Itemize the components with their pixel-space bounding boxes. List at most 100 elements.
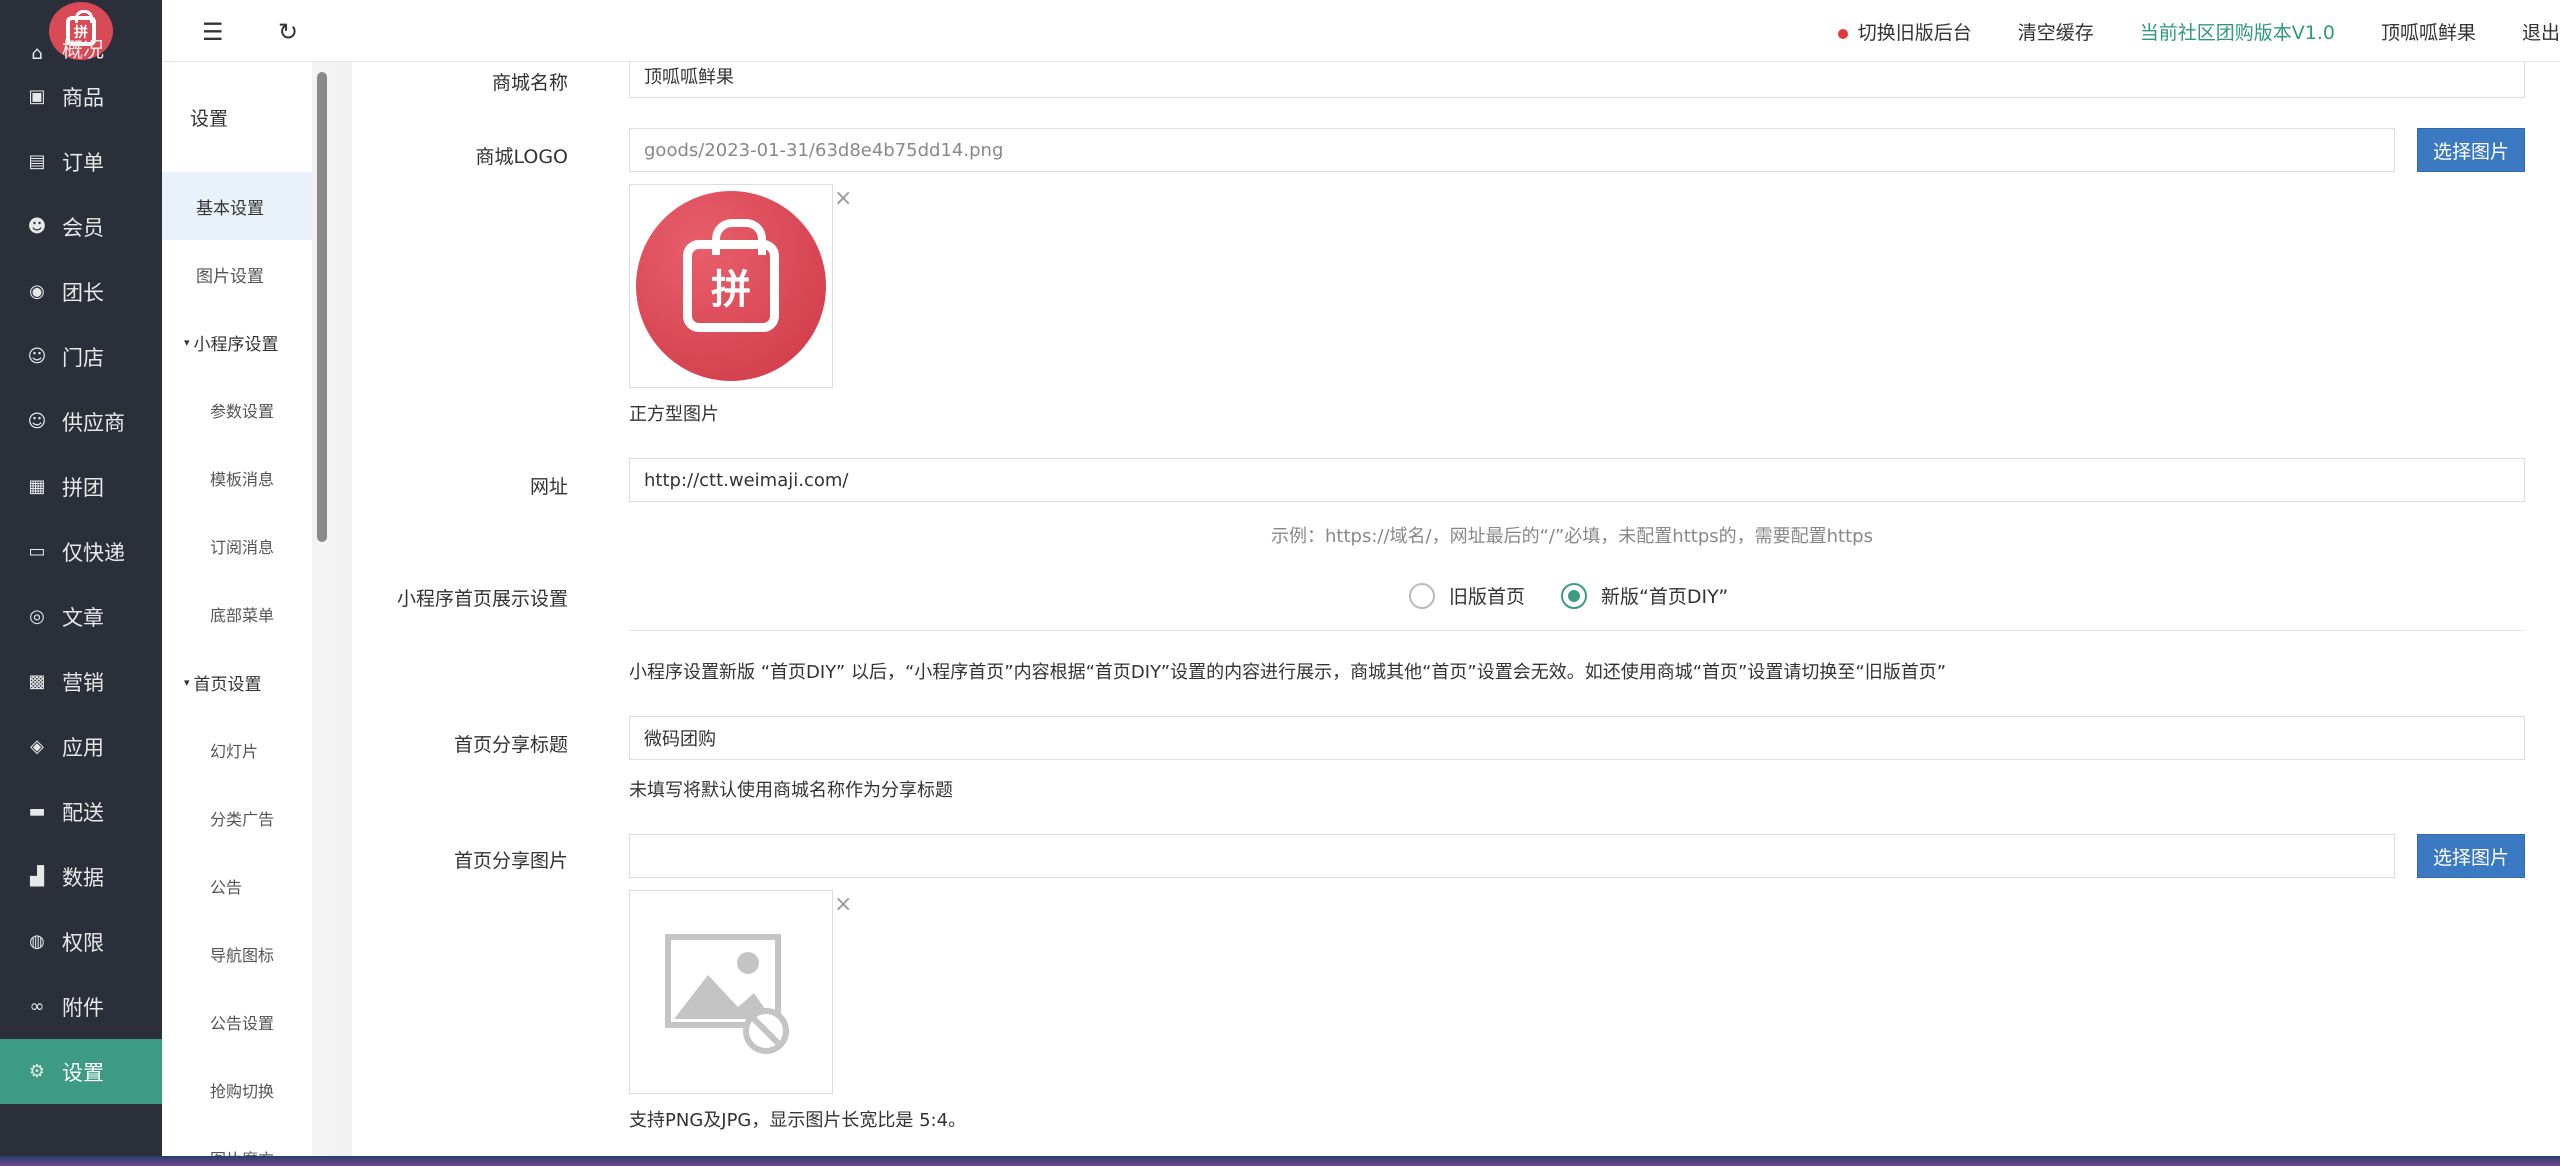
submenu-param-settings[interactable]: 参数设置 xyxy=(162,376,312,444)
submenu-notice-settings[interactable]: 公告设置 xyxy=(162,988,312,1056)
submenu-template-messages[interactable]: 模板消息 xyxy=(162,444,312,512)
collapse-menu-icon[interactable]: ☰ xyxy=(202,18,224,46)
submenu-group-label: 首页设置 xyxy=(193,674,262,695)
nav-item-apps[interactable]: ◈ 应用 xyxy=(0,714,162,779)
submenu-bottom-menu[interactable]: 底部菜单 xyxy=(162,580,312,648)
document-icon: ▤ xyxy=(28,151,46,172)
logo-remove-icon[interactable]: × xyxy=(834,186,852,211)
nav-item-members[interactable]: ☻ 会员 xyxy=(0,194,162,259)
group-buy-icon: ▦ xyxy=(28,476,46,497)
nav-item-overview[interactable]: ⌂ 概况 xyxy=(0,34,162,64)
share-image-preview xyxy=(629,890,833,1094)
submenu-home-settings[interactable]: ▾ 首页设置 xyxy=(162,648,312,716)
url-hint: 示例：https://域名/，网址最后的“/”必填，未配置https的，需要配置… xyxy=(1271,526,1873,547)
crown-icon: ◉ xyxy=(29,281,45,302)
nav-item-goods[interactable]: ▣ 商品 xyxy=(0,64,162,129)
submenu-slides[interactable]: 幻灯片 xyxy=(162,716,312,784)
nav-item-permissions[interactable]: ◍ 权限 xyxy=(0,909,162,974)
scrollbar-thumb[interactable] xyxy=(317,72,327,542)
caret-down-icon: ▾ xyxy=(184,675,190,689)
shopping-bag-logo-icon: 拼 xyxy=(683,219,779,332)
truck-icon: ▬ xyxy=(28,801,46,822)
nav-item-stores[interactable]: ☺ 门店 xyxy=(0,324,162,389)
nav-label: 权限 xyxy=(62,930,104,955)
nav-item-suppliers[interactable]: ☺ 供应商 xyxy=(0,389,162,454)
shopping-bag-icon: ▣ xyxy=(28,86,46,107)
gift-icon: ▩ xyxy=(28,671,46,692)
nav-label: 拼团 xyxy=(62,475,104,500)
share-title-input[interactable]: 微码团购 xyxy=(629,716,2525,760)
nav-label: 设置 xyxy=(62,1060,104,1085)
nav-item-orders[interactable]: ▤ 订单 xyxy=(0,129,162,194)
nav-item-group-buy[interactable]: ▦ 拼团 xyxy=(0,454,162,519)
submenu-title: 设置 xyxy=(190,107,229,130)
nav-label: 商品 xyxy=(62,85,104,110)
shop-name-field-label: 商城名称 xyxy=(491,72,568,94)
nav-label: 概况 xyxy=(62,38,104,62)
home-icon: ⌂ xyxy=(31,42,43,64)
submenu-group-label: 小程序设置 xyxy=(193,334,279,355)
submenu-image-cube[interactable]: 图片魔方 xyxy=(162,1124,312,1156)
top-bar-actions: 切换旧版后台 清空缓存 当前社区团购版本V1.0 顶呱呱鲜果 退出 xyxy=(1837,0,2560,62)
shop-name-label[interactable]: 顶呱呱鲜果 xyxy=(2381,18,2476,45)
nav-item-settings[interactable]: ⚙ 设置 xyxy=(0,1039,162,1104)
share-image-remove-icon[interactable]: × xyxy=(834,892,852,917)
nav-item-data[interactable]: ▟ 数据 xyxy=(0,844,162,909)
main-nav-list: ⌂ 概况 ▣ 商品 ▤ 订单 ☻ 会员 ◉ 团长 ☺ 门店 ☺ 供应商 ▦ 拼团 ▭ 仅快递 ◎ 文… xyxy=(0,38,162,1104)
radio-old-home[interactable] xyxy=(1409,582,1435,609)
link-icon: ∞ xyxy=(29,996,45,1017)
nav-item-attachments[interactable]: ∞ 附件 xyxy=(0,974,162,1039)
main-sidebar: 拼 ⌂ 概况 ▣ 商品 ▤ 订单 ☻ 会员 ◉ 团长 ☺ 门店 ☺ 供应商 ▦ 拼团 ▭ 仅快递 … xyxy=(0,0,162,1156)
nav-item-delivery[interactable]: ▬ 配送 xyxy=(0,779,162,844)
shop-name-input[interactable]: 顶呱呱鲜果 xyxy=(629,62,2525,98)
logo-pick-image-button[interactable]: 选择图片 xyxy=(2417,128,2525,172)
submenu-subscribe-messages[interactable]: 订阅消息 xyxy=(162,512,312,580)
nav-label: 会员 xyxy=(62,215,104,240)
logo-hint: 正方型图片 xyxy=(629,404,719,425)
submenu-scrollbar[interactable] xyxy=(312,62,332,1156)
submenu-nav-icons[interactable]: 导航图标 xyxy=(162,920,312,988)
switch-old-backend-link[interactable]: 切换旧版后台 xyxy=(1837,18,1972,45)
settings-submenu: 设置 基本设置 图片设置 ▾ 小程序设置 参数设置 模板消息 订阅消息 底部菜单 … xyxy=(162,62,312,1156)
radio-new-home-diy-label[interactable]: 新版“首页DIY” xyxy=(1601,582,1728,609)
nav-label: 门店 xyxy=(62,345,104,370)
nav-item-express[interactable]: ▭ 仅快递 xyxy=(0,519,162,584)
express-icon: ▭ xyxy=(28,541,46,562)
image-placeholder-icon xyxy=(665,934,789,1054)
logo-char: 拼 xyxy=(711,267,751,313)
submenu-notice[interactable]: 公告 xyxy=(162,852,312,920)
cube-icon: ◈ xyxy=(30,736,44,757)
share-image-input[interactable] xyxy=(629,834,2395,878)
nav-item-articles[interactable]: ◎ 文章 xyxy=(0,584,162,649)
submenu-mini-program-settings[interactable]: ▾ 小程序设置 xyxy=(162,308,312,376)
nav-label: 附件 xyxy=(62,995,104,1020)
nav-label: 配送 xyxy=(62,800,104,825)
nav-label: 供应商 xyxy=(62,410,125,435)
url-input[interactable]: http://ctt.weimaji.com/ xyxy=(629,458,2525,502)
submenu-basic-settings[interactable]: 基本设置 xyxy=(162,172,312,240)
users-icon: ☻ xyxy=(27,216,47,237)
logo-path-input[interactable]: goods/2023-01-31/63d8e4b75dd14.png xyxy=(629,128,2395,172)
supplier-icon: ☺ xyxy=(27,411,47,432)
share-title-field-label: 首页分享标题 xyxy=(453,734,568,756)
nav-item-marketing[interactable]: ▩ 营销 xyxy=(0,649,162,714)
radio-old-home-label[interactable]: 旧版首页 xyxy=(1449,582,1525,609)
share-pick-image-button[interactable]: 选择图片 xyxy=(2417,834,2525,878)
share-image-hint: 支持PNG及JPG，显示图片长宽比是 5:4。 xyxy=(629,1110,967,1131)
nav-item-leaders[interactable]: ◉ 团长 xyxy=(0,259,162,324)
submenu-category-ads[interactable]: 分类广告 xyxy=(162,784,312,852)
refresh-icon[interactable]: ↻ xyxy=(278,18,298,46)
divider xyxy=(629,630,2525,631)
settings-form: 商城名称 顶呱呱鲜果 商城LOGO goods/2023-01-31/63d8e… xyxy=(352,62,2560,1156)
nav-label: 团长 xyxy=(62,280,104,305)
logout-link[interactable]: 退出 xyxy=(2522,18,2560,45)
submenu-flash-sale-switch[interactable]: 抢购切换 xyxy=(162,1056,312,1124)
switch-old-label: 切换旧版后台 xyxy=(1857,21,1972,44)
home-display-radio-group: 旧版首页 新版“首页DIY” xyxy=(1409,582,1728,609)
radio-new-home-diy[interactable] xyxy=(1561,582,1588,609)
home-display-note: 小程序设置新版 “首页DIY” 以后，“小程序首页”内容根据“首页DIY”设置的… xyxy=(629,662,1947,683)
clear-cache-link[interactable]: 清空缓存 xyxy=(2018,18,2094,45)
submenu-image-settings[interactable]: 图片设置 xyxy=(162,240,312,308)
logo-image: 拼 xyxy=(636,191,826,381)
red-dot-icon xyxy=(1837,28,1848,39)
